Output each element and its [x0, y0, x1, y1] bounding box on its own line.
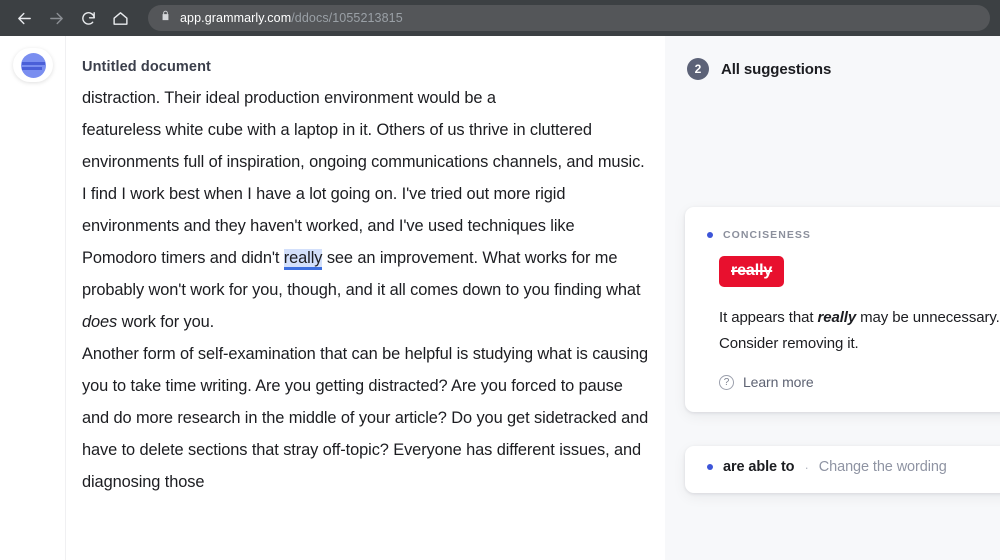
document-paragraph-1: featureless white cube with a laptop in … [82, 114, 652, 178]
highlighted-suggestion-word[interactable]: really [283, 249, 322, 270]
home-icon [112, 10, 129, 27]
lock-icon [160, 9, 171, 27]
category-label: CONCISENESS [723, 229, 811, 241]
document-pane: Untitled document distraction. Their ide… [66, 36, 665, 560]
explanation-highlight-word: really [817, 309, 857, 326]
address-bar-text: app.grammarly.com/ddocs/1055213815 [180, 11, 403, 25]
explanation-text-a: It appears that [719, 309, 818, 326]
question-mark-icon: ? [719, 374, 734, 390]
app-container: Untitled document distraction. Their ide… [0, 36, 1000, 560]
grammarly-logo[interactable] [13, 48, 53, 82]
browser-toolbar: app.grammarly.com/ddocs/1055213815 [0, 0, 1000, 36]
suggestion-explanation: It appears that really may be unnecessar… [719, 305, 1000, 357]
url-path: /ddocs/1055213815 [291, 11, 403, 25]
grammarly-logo-mark [20, 52, 46, 78]
suggestions-sidebar: 2 All suggestions CONCISENESS really It … [665, 36, 1000, 560]
back-button[interactable] [10, 4, 38, 32]
paragraph-3-text: Another form of self-examination that ca… [82, 345, 649, 491]
suggestions-header: 2 All suggestions [687, 58, 831, 80]
reload-icon [80, 10, 97, 27]
left-rail [0, 36, 66, 560]
suggestions-title: All suggestions [721, 60, 832, 78]
suggestion-card-conciseness[interactable]: CONCISENESS really It appears that reall… [685, 207, 1000, 412]
suggestion-replacement-chip[interactable]: really [719, 256, 785, 287]
wording-target-text: are able to [723, 459, 795, 475]
suggestion-card-wording[interactable]: are able to · Change the wording [685, 446, 1000, 493]
home-button[interactable] [106, 4, 134, 32]
wording-separator: · [804, 459, 809, 475]
category-dot-icon [707, 464, 713, 470]
scrolled-faded-line: distraction. Their ideal production envi… [82, 89, 496, 107]
address-bar[interactable]: app.grammarly.com/ddocs/1055213815 [148, 5, 990, 31]
category-dot-icon [707, 232, 713, 238]
arrow-right-icon [48, 10, 65, 27]
paragraph-1-text: featureless white cube with a laptop in … [82, 121, 645, 171]
learn-more-label: Learn more [743, 374, 814, 390]
learn-more-link[interactable]: ? Learn more [719, 374, 814, 390]
forward-button[interactable] [42, 4, 70, 32]
document-editor[interactable]: distraction. Their ideal production envi… [82, 82, 652, 498]
card-category: CONCISENESS [707, 229, 811, 241]
url-host: app.grammarly.com [180, 11, 292, 25]
paragraph-2-text-c: work for you. [117, 313, 215, 331]
arrow-left-icon [16, 10, 33, 27]
document-paragraph-2: I find I work best when I have a lot goi… [82, 178, 652, 338]
paragraph-2-italic-word: does [82, 313, 118, 331]
suggestion-count-badge: 2 [687, 58, 709, 80]
wording-card-row: are able to · Change the wording [707, 459, 947, 475]
document-paragraph-3: Another form of self-examination that ca… [82, 338, 652, 498]
reload-button[interactable] [74, 4, 102, 32]
wording-action-label: Change the wording [818, 459, 947, 475]
document-title[interactable]: Untitled document [82, 59, 211, 75]
